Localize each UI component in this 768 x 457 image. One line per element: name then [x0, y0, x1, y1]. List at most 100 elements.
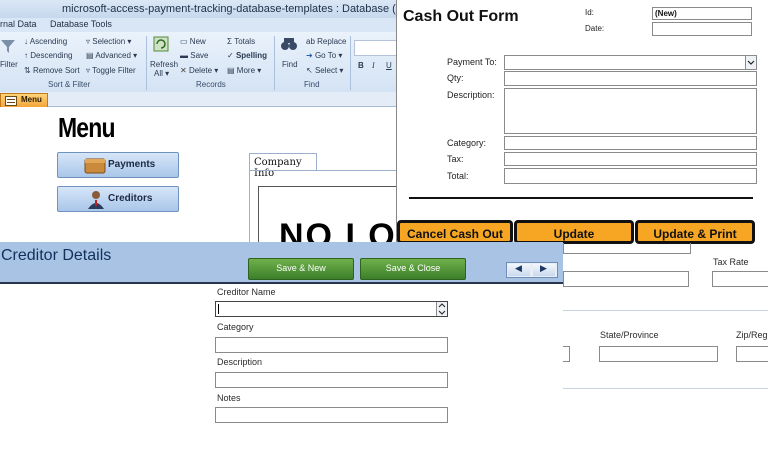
creditors-button[interactable]: Creditors	[57, 186, 179, 212]
creditor-name-combobox[interactable]	[215, 301, 448, 317]
remove-sort-button[interactable]: ⇅ Remove Sort	[24, 66, 80, 75]
replace-icon: ab	[306, 37, 315, 46]
menu-title: Menu	[58, 112, 115, 143]
background-field[interactable]	[563, 346, 570, 362]
form-divider	[409, 197, 753, 199]
save-new-button[interactable]: Save & New	[248, 258, 354, 280]
find-button[interactable]	[280, 36, 298, 54]
ascending-button[interactable]: ↓ Ascending	[24, 37, 67, 46]
advanced-button[interactable]: ▤ Advanced ▾	[86, 51, 137, 60]
sort-asc-icon: ↓	[24, 37, 28, 46]
italic-button[interactable]: I	[372, 61, 375, 70]
document-tabs-bar	[0, 92, 400, 107]
zip-field[interactable]	[736, 346, 768, 362]
underline-button[interactable]: U	[386, 61, 392, 70]
tax-rate-field[interactable]	[712, 271, 768, 287]
filter-label: Filter	[0, 60, 18, 69]
replace-button[interactable]: ab Replace	[306, 37, 347, 46]
tab-database-tools[interactable]: Database Tools	[50, 19, 112, 29]
filter-button[interactable]	[0, 38, 16, 56]
up-down-icon	[438, 303, 446, 315]
payments-button[interactable]: Payments	[57, 152, 179, 178]
remove-sort-label: Remove Sort	[32, 66, 80, 75]
cash-out-form: Cash Out Form Id: (New) Date: Payment To…	[396, 0, 768, 252]
binoculars-icon	[281, 38, 297, 50]
payment-to-combobox[interactable]	[504, 55, 757, 70]
goto-button[interactable]: ➜ Go To ▾	[306, 51, 342, 60]
window-title: microsoft-access-payment-tracking-databa…	[62, 3, 415, 15]
spelling-icon: ✓	[227, 51, 234, 60]
previous-record-button[interactable]: ◀	[508, 263, 530, 276]
more-button[interactable]: ▤ More ▾	[227, 66, 261, 75]
creditor-title: Creditor Details	[1, 247, 112, 264]
cancel-cash-out-button[interactable]: Cancel Cash Out	[397, 220, 513, 244]
descending-button[interactable]: ↑ Descending	[24, 51, 72, 60]
total-field[interactable]	[504, 168, 757, 184]
notes-field[interactable]	[215, 407, 448, 423]
totals-button[interactable]: Σ Totals	[227, 37, 255, 46]
select-button[interactable]: ↖ Select ▾	[306, 66, 343, 75]
qty-label: Qty:	[447, 73, 464, 83]
background-field[interactable]	[563, 271, 689, 287]
goto-arrow-icon: ➜	[306, 51, 313, 60]
description-field[interactable]	[215, 372, 448, 388]
selection-button[interactable]: ▿ Selection ▾	[86, 37, 131, 46]
save-close-button[interactable]: Save & Close	[360, 258, 466, 280]
tax-label: Tax:	[447, 154, 464, 164]
creditor-header: Creditor Details Save & New Save & Close…	[0, 242, 563, 284]
state-province-field[interactable]	[599, 346, 718, 362]
next-record-button[interactable]: ▶	[533, 263, 555, 276]
ribbon-separator	[350, 36, 351, 90]
update-button[interactable]: Update	[514, 220, 634, 244]
replace-label: Replace	[317, 37, 347, 46]
payment-to-label: Payment To:	[447, 57, 497, 67]
find-label: Find	[282, 60, 298, 69]
group-records: Records	[196, 80, 226, 89]
delete-label: Delete	[188, 66, 213, 75]
creditors-label: Creditors	[108, 193, 153, 204]
delete-icon: ✕	[180, 66, 187, 75]
save-record-button[interactable]: ▬ Save	[180, 51, 208, 60]
spelling-button[interactable]: ✓ Spelling	[227, 51, 267, 60]
description-field[interactable]	[504, 88, 757, 134]
category-label: Category:	[447, 138, 487, 148]
tab-company-info[interactable]: Company Info	[249, 153, 317, 179]
window-titlebar: microsoft-access-payment-tracking-databa…	[0, 0, 420, 18]
dropdown-arrow-icon[interactable]	[745, 56, 756, 69]
toggle-filter-button[interactable]: ▿ Toggle Filter	[86, 66, 136, 75]
arrow-right-icon: ▶	[540, 263, 547, 273]
category-field[interactable]	[215, 337, 448, 353]
date-field[interactable]	[652, 22, 752, 36]
update-print-button[interactable]: Update & Print	[635, 220, 755, 244]
qty-field[interactable]	[504, 71, 757, 86]
bold-button[interactable]: B	[358, 61, 364, 70]
tax-field[interactable]	[504, 152, 757, 166]
refresh-all-text: All	[154, 69, 163, 78]
date-label: Date:	[585, 24, 605, 33]
background-field[interactable]	[563, 243, 691, 254]
creditor-details-form: Creditor Details Save & New Save & Close…	[0, 242, 563, 457]
delete-record-button[interactable]: ✕ Delete ▾	[180, 66, 218, 75]
payments-label: Payments	[108, 159, 156, 170]
update-label: Update	[553, 227, 595, 241]
total-label: Total:	[447, 171, 469, 181]
spin-arrows[interactable]	[436, 302, 447, 316]
ribbon-separator	[274, 36, 275, 90]
toggle-filter-icon: ▿	[86, 66, 91, 75]
spelling-label: Spelling	[235, 51, 268, 60]
save-icon: ▬	[180, 51, 188, 60]
tab-menu[interactable]: Menu	[0, 93, 48, 107]
tab-menu-label: Menu	[21, 95, 42, 104]
font-name-box[interactable]	[354, 40, 400, 56]
new-label: New	[189, 37, 206, 46]
new-record-button[interactable]: ▭ New	[180, 37, 206, 46]
new-icon: ▭	[180, 37, 188, 46]
refresh-all-button[interactable]	[152, 36, 170, 54]
category-field[interactable]	[504, 136, 757, 150]
id-field[interactable]: (New)	[652, 7, 752, 20]
toggle-filter-label: Toggle Filter	[92, 66, 136, 75]
sigma-icon: Σ	[227, 37, 232, 46]
cancel-cash-out-label: Cancel Cash Out	[406, 227, 504, 241]
id-label: Id:	[585, 8, 594, 17]
tab-external-data[interactable]: rnal Data	[0, 19, 37, 29]
